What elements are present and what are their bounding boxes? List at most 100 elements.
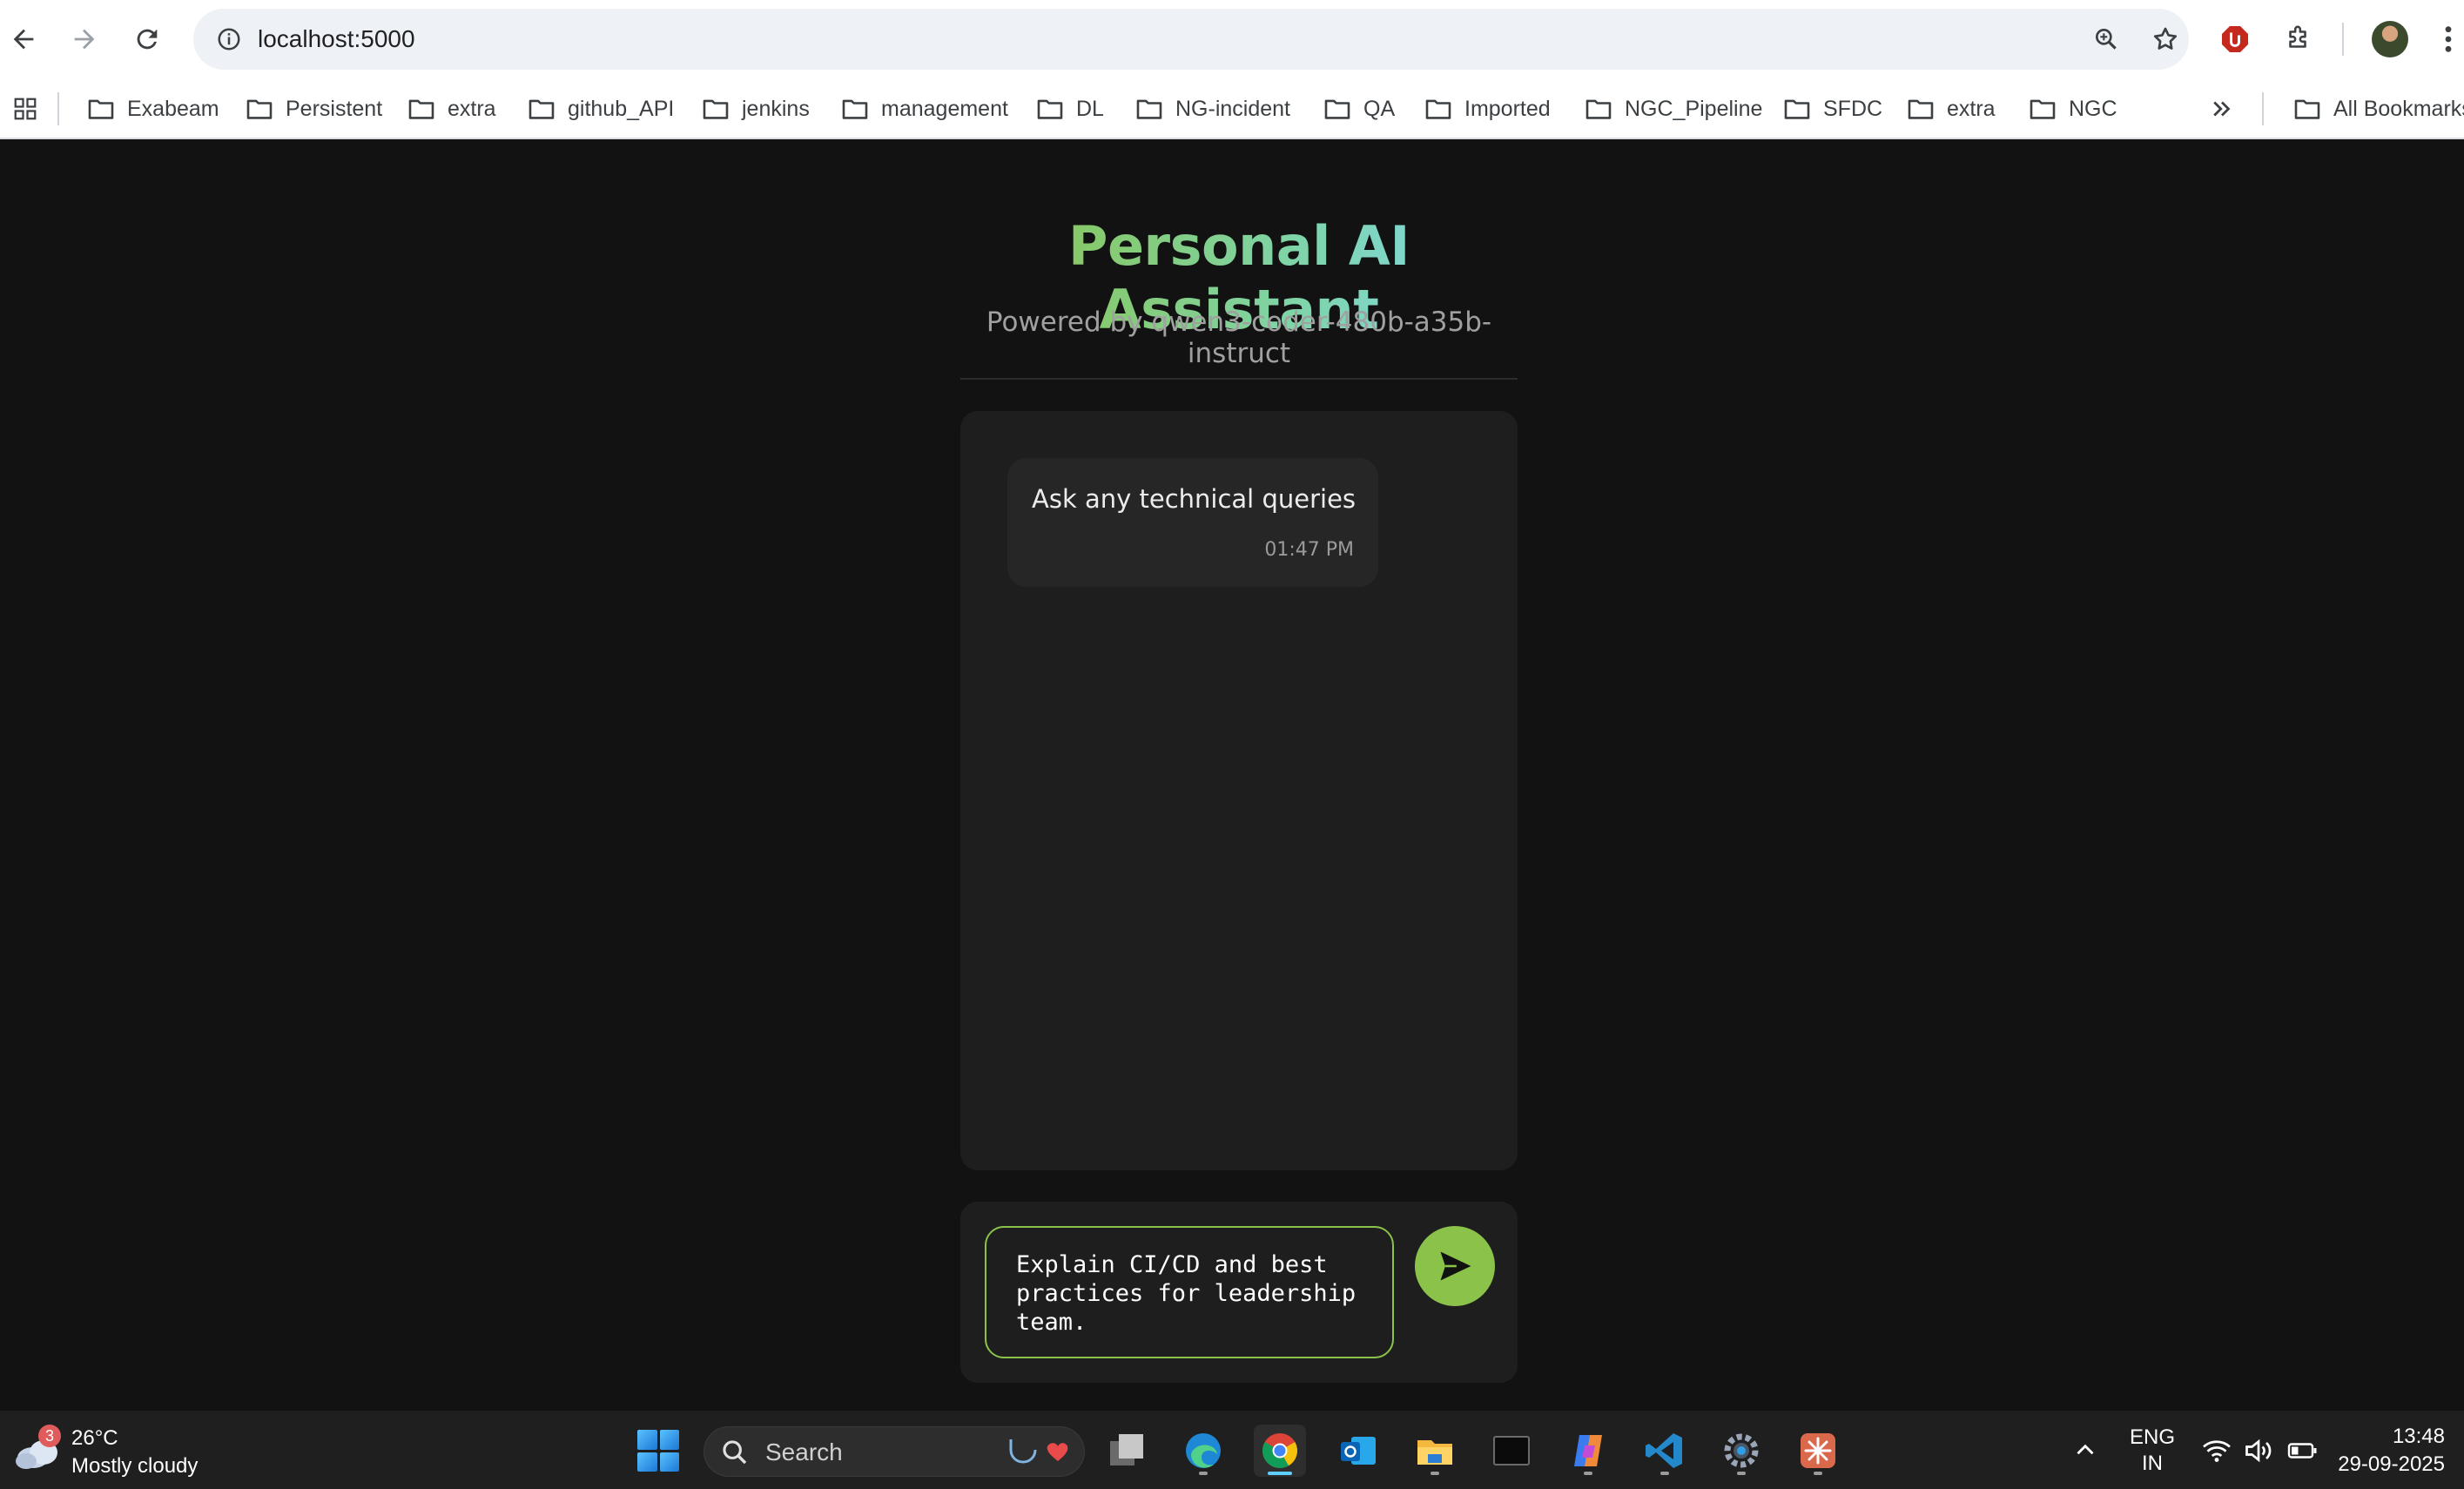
vscode-icon[interactable]: [1639, 1425, 1691, 1477]
url-text: localhost:5000: [258, 25, 415, 52]
settings-gear-icon[interactable]: [1715, 1425, 1767, 1477]
profile-avatar[interactable]: [2372, 21, 2408, 57]
language-code: ENG: [2129, 1425, 2175, 1449]
bookmark-label: github_API: [568, 96, 675, 121]
message-input-wrapper: [985, 1226, 1394, 1358]
all-bookmarks-button[interactable]: All Bookmarks: [2293, 78, 2464, 139]
header-divider: [960, 378, 1518, 380]
windows-taskbar: 3 26°C Mostly cloudy Search ENG IN 13:48…: [0, 1411, 2464, 1489]
wifi-icon[interactable]: [2201, 1435, 2232, 1466]
address-bar[interactable]: localhost:5000: [193, 9, 2189, 70]
bookmark-folder-extra[interactable]: extra: [407, 78, 496, 139]
reload-icon: [137, 29, 158, 50]
bookmark-folder-sfdc[interactable]: SFDC: [1783, 78, 1882, 139]
running-indicator: [1660, 1472, 1669, 1475]
forward-icon: [74, 29, 95, 50]
back-icon: [13, 29, 34, 50]
folder-icon: [2294, 99, 2320, 119]
bookmark-label: extra: [448, 96, 496, 121]
bookmark-folder-persistent[interactable]: Persistent: [246, 78, 382, 139]
extension-shield-icon[interactable]: [2212, 16, 2259, 63]
active-indicator: [1268, 1472, 1292, 1475]
bookmark-folder-exabeam[interactable]: Exabeam: [87, 78, 219, 139]
chat-input-panel: [960, 1202, 1518, 1383]
browser-toolbar: localhost:5000: [0, 0, 2464, 78]
weather-badge: 3: [38, 1425, 61, 1447]
folder-icon: [1324, 99, 1350, 119]
language-region: IN: [2142, 1452, 2163, 1475]
search-icon: [723, 1440, 747, 1465]
bookmark-label: jenkins: [742, 96, 810, 121]
bookmark-label: Exabeam: [127, 96, 219, 121]
bookmarks-divider: [2262, 92, 2264, 125]
file-explorer-icon[interactable]: [1409, 1425, 1461, 1477]
bookmark-folder-dl[interactable]: DL: [1036, 78, 1104, 139]
page-content: Personal AI Assistant Powered by qwen3-c…: [0, 139, 2464, 1411]
bookmark-folder-jenkins[interactable]: jenkins: [702, 78, 810, 139]
stethoscope-heart-icon: [1009, 1439, 1068, 1464]
search-label: Search: [765, 1438, 843, 1465]
folder-icon: [2030, 99, 2056, 119]
site-info-icon[interactable]: [211, 21, 247, 57]
bookmark-label: Imported: [1464, 96, 1551, 121]
folder-icon: [88, 99, 114, 119]
send-button[interactable]: [1415, 1226, 1495, 1306]
task-view-icon[interactable]: [1101, 1425, 1153, 1477]
input-language[interactable]: ENG IN: [2124, 1425, 2180, 1477]
bookmark-label: QA: [1363, 96, 1396, 121]
message-input[interactable]: [1016, 1250, 1364, 1346]
bookmark-folder-github-api[interactable]: github_API: [528, 78, 674, 139]
running-indicator: [1814, 1472, 1822, 1475]
chevron-double-right-icon[interactable]: [2203, 91, 2241, 127]
folder-icon: [1908, 99, 1934, 119]
edge-icon[interactable]: [1177, 1425, 1229, 1477]
extensions-puzzle-icon[interactable]: [2274, 16, 2321, 63]
folder-icon: [1425, 99, 1451, 119]
chat-messages-panel[interactable]: Ask any technical queries 01:47 PM: [960, 411, 1518, 1170]
all-bookmarks-label: All Bookmarks: [2333, 96, 2464, 121]
bookmarks-bar: Exabeam Persistent extra github_API jenk…: [0, 78, 2464, 139]
running-indicator: [1199, 1472, 1208, 1475]
windows-start-icon[interactable]: [637, 1430, 679, 1472]
apps-grid-icon[interactable]: [7, 91, 44, 127]
bookmark-label: management: [881, 96, 1008, 121]
terminal-icon[interactable]: [1485, 1425, 1538, 1477]
volume-icon[interactable]: [2243, 1435, 2274, 1466]
chevron-up-icon[interactable]: [2070, 1435, 2100, 1465]
weather-temp: 26°C: [71, 1426, 118, 1450]
bookmark-label: NGC_Pipeline: [1625, 96, 1763, 121]
bookmark-label: SFDC: [1823, 96, 1883, 121]
folder-icon: [408, 99, 434, 119]
bookmark-label: NG-incident: [1175, 96, 1290, 121]
outlook-icon[interactable]: [1332, 1425, 1384, 1477]
taskbar-search[interactable]: Search: [704, 1426, 1085, 1477]
forward-button[interactable]: [61, 16, 108, 63]
bookmark-folder-ng-incident[interactable]: NG-incident: [1135, 78, 1290, 139]
bookmark-star-icon[interactable]: [2147, 21, 2184, 57]
bookmark-folder-ngc-pipeline[interactable]: NGC_Pipeline: [1585, 78, 1762, 139]
bookmark-folder-ngc[interactable]: NGC: [2029, 78, 2117, 139]
chrome-icon[interactable]: [1254, 1425, 1306, 1477]
back-button[interactable]: [0, 16, 47, 63]
assistant-message-bubble: Ask any technical queries 01:47 PM: [1007, 458, 1378, 587]
reload-button[interactable]: [124, 16, 171, 63]
running-indicator: [1584, 1472, 1592, 1475]
folder-icon: [1585, 99, 1612, 119]
clock-time: 13:48: [2392, 1425, 2445, 1448]
send-icon: [1440, 1251, 1471, 1281]
folder-icon: [1784, 99, 1810, 119]
menu-kebab-icon[interactable]: [2433, 16, 2464, 63]
zoom-icon[interactable]: [2088, 21, 2124, 57]
bookmark-folder-management[interactable]: management: [841, 78, 1008, 139]
claude-icon[interactable]: [1792, 1425, 1844, 1477]
copilot-icon[interactable]: [1562, 1425, 1614, 1477]
bookmark-folder-extra-2[interactable]: extra: [1907, 78, 1996, 139]
folder-icon: [246, 99, 273, 119]
folder-icon: [528, 99, 555, 119]
running-indicator: [1737, 1472, 1746, 1475]
bookmark-folder-imported[interactable]: Imported: [1424, 78, 1551, 139]
bookmark-folder-qa[interactable]: QA: [1323, 78, 1395, 139]
battery-icon[interactable]: [2286, 1435, 2318, 1466]
bookmark-label: NGC: [2069, 96, 2117, 121]
message-timestamp: 01:47 PM: [1264, 539, 1354, 561]
